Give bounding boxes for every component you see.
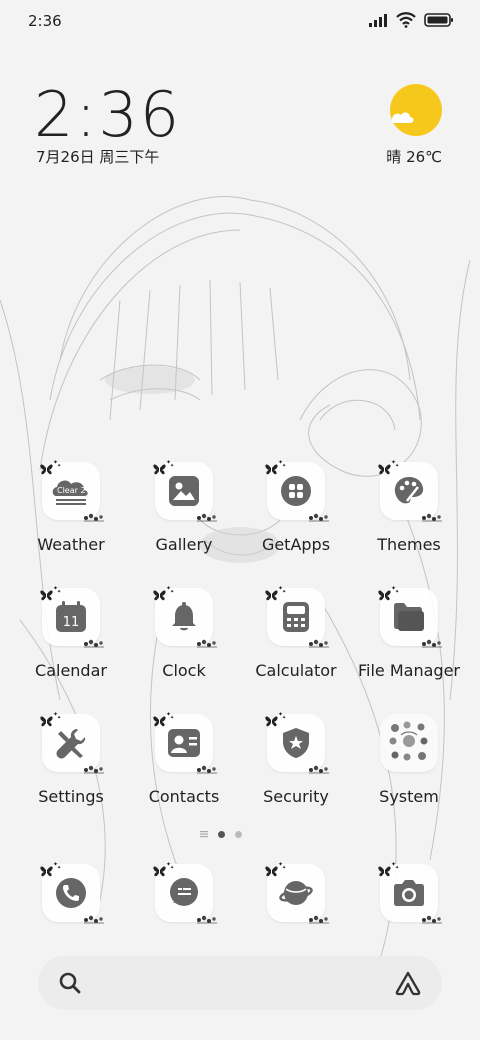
dock-icon-tile[interactable] — [153, 861, 218, 924]
app-label: Gallery — [155, 535, 213, 554]
sun-cloud-icon[interactable] — [388, 84, 444, 140]
app-icon-tile[interactable] — [153, 459, 218, 522]
page-dot[interactable] — [235, 830, 242, 838]
flowers-decoration-icon — [308, 513, 330, 522]
system-folder-icon — [389, 721, 428, 761]
butterfly-decoration-icon — [153, 459, 175, 475]
search-input[interactable] — [108, 956, 372, 1012]
flowers-decoration-icon — [421, 513, 443, 522]
app-icon-tile[interactable] — [265, 711, 330, 774]
page-indicator[interactable] — [200, 830, 242, 838]
app-icon-tile[interactable] — [265, 585, 330, 648]
camera-icon — [394, 880, 424, 906]
app-clock[interactable]: Clock — [127, 585, 241, 680]
app-label: Calculator — [255, 661, 337, 680]
weather-widget-text: 晴 26℃ — [386, 148, 442, 166]
app-file-manager[interactable]: File Manager — [352, 585, 466, 680]
app-weather[interactable]: Clear 2° Weather — [14, 459, 128, 554]
status-bar: 2:36 — [0, 0, 480, 44]
app-calendar[interactable]: 11 Calendar — [14, 585, 128, 680]
clock-widget-time[interactable]: 2:36 — [34, 78, 181, 151]
status-icons — [368, 12, 454, 28]
flowers-decoration-icon — [83, 765, 105, 774]
butterfly-decoration-icon — [265, 459, 287, 475]
dock-messages[interactable] — [127, 861, 241, 924]
folder-icon — [394, 603, 424, 631]
contacts-icon — [168, 729, 200, 757]
flowers-decoration-icon — [196, 513, 218, 522]
search-bar[interactable] — [38, 956, 442, 1012]
wifi-icon — [396, 12, 416, 28]
app-label: Calendar — [35, 661, 107, 680]
weather-badge-text: Clear 2° — [57, 486, 90, 495]
search-icon[interactable] — [58, 971, 82, 995]
status-time: 2:36 — [28, 12, 62, 30]
app-label: Weather — [37, 535, 105, 554]
flowers-decoration-icon — [83, 915, 105, 924]
butterfly-decoration-icon — [40, 585, 62, 601]
flowers-decoration-icon — [83, 513, 105, 522]
app-icon-tile[interactable]: 11 — [40, 585, 105, 648]
clock-widget-date: 7月26日 周三下午 — [36, 148, 160, 166]
app-label: System — [379, 787, 439, 806]
butterfly-decoration-icon — [265, 585, 287, 601]
app-icon-tile[interactable] — [265, 459, 330, 522]
app-themes[interactable]: Themes — [352, 459, 466, 554]
app-icon-tile[interactable] — [380, 714, 438, 772]
signal-icon — [369, 14, 387, 27]
app-label: Contacts — [148, 787, 220, 806]
assistant-icon[interactable] — [394, 970, 422, 996]
flowers-decoration-icon — [421, 639, 443, 648]
butterfly-decoration-icon — [378, 861, 400, 877]
butterfly-decoration-icon — [153, 861, 175, 877]
app-label: Themes — [377, 535, 441, 554]
flowers-decoration-icon — [308, 915, 330, 924]
flowers-decoration-icon — [196, 639, 218, 648]
app-settings[interactable]: Settings — [14, 711, 128, 806]
butterfly-decoration-icon — [40, 861, 62, 877]
app-getapps[interactable]: GetApps — [239, 459, 353, 554]
butterfly-decoration-icon — [378, 585, 400, 601]
app-calculator[interactable]: Calculator — [239, 585, 353, 680]
flowers-decoration-icon — [421, 915, 443, 924]
app-security[interactable]: Security — [239, 711, 353, 806]
flowers-decoration-icon — [308, 639, 330, 648]
dock-browser[interactable] — [239, 861, 353, 924]
app-label: Security — [263, 787, 329, 806]
butterfly-decoration-icon — [153, 711, 175, 727]
app-contacts[interactable]: Contacts — [127, 711, 241, 806]
app-icon-tile[interactable] — [153, 711, 218, 774]
app-icon-tile[interactable] — [40, 711, 105, 774]
butterfly-decoration-icon — [153, 585, 175, 601]
dock-icon-tile[interactable] — [265, 861, 330, 924]
butterfly-decoration-icon — [40, 459, 62, 475]
page-list-icon — [200, 831, 208, 838]
battery-icon — [424, 13, 453, 27]
flowers-decoration-icon — [196, 915, 218, 924]
app-label: GetApps — [261, 535, 331, 554]
flowers-decoration-icon — [308, 765, 330, 774]
app-icon-tile[interactable] — [153, 585, 218, 648]
app-system-folder[interactable]: System — [352, 714, 466, 806]
app-icon-tile[interactable] — [378, 585, 443, 648]
butterfly-decoration-icon — [265, 861, 287, 877]
dock-camera[interactable] — [352, 861, 466, 924]
app-gallery[interactable]: Gallery — [127, 459, 241, 554]
dock-phone[interactable] — [14, 861, 128, 924]
app-label: Settings — [38, 787, 104, 806]
app-icon-tile[interactable] — [378, 459, 443, 522]
butterfly-decoration-icon — [265, 711, 287, 727]
dock-icon-tile[interactable] — [378, 861, 443, 924]
calendar-day-text: 11 — [63, 615, 80, 630]
page-dot-active[interactable] — [218, 830, 225, 838]
butterfly-decoration-icon — [40, 711, 62, 727]
flowers-decoration-icon — [196, 765, 218, 774]
flowers-decoration-icon — [83, 639, 105, 648]
butterfly-decoration-icon — [378, 459, 400, 475]
app-icon-tile[interactable]: Clear 2° — [40, 459, 105, 522]
app-label: File Manager — [358, 661, 460, 680]
dock-icon-tile[interactable] — [40, 861, 105, 924]
app-label: Clock — [162, 661, 206, 680]
